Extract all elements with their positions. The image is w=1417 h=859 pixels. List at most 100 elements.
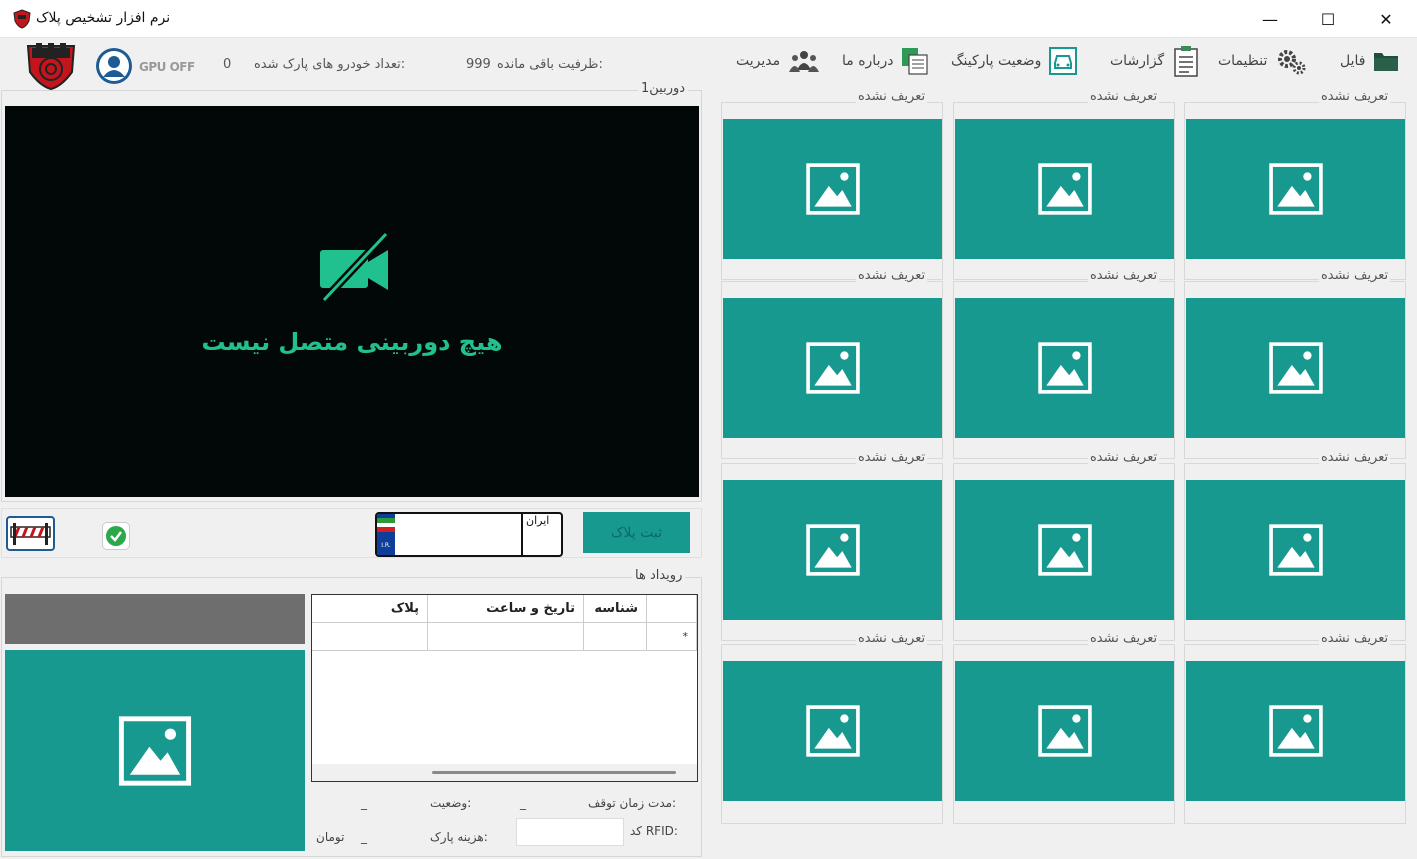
camera-thumbnail-label: تعریف نشده — [856, 268, 928, 283]
plate-divider — [521, 514, 523, 555]
stop-duration-value: _ — [520, 796, 526, 810]
camera-off-icon — [320, 232, 389, 303]
new-row-marker: * — [647, 623, 697, 651]
menu-management[interactable]: مدیریت — [736, 44, 820, 78]
image-placeholder-icon — [805, 163, 860, 215]
company-logo-icon — [26, 43, 76, 90]
camera-thumbnail-label: تعریف نشده — [1088, 89, 1160, 104]
menu-about[interactable]: درباره ما — [842, 44, 929, 78]
camera-thumbnail[interactable] — [1186, 480, 1405, 620]
camera-thumbnail-label: تعریف نشده — [856, 450, 928, 465]
parked-count-value: 0 — [223, 57, 232, 72]
status-value: _ — [361, 796, 367, 810]
menu-management-label: مدیریت — [736, 53, 781, 69]
user-icon — [99, 51, 129, 81]
camera-thumbnail[interactable] — [723, 661, 942, 801]
camera-thumbnail[interactable] — [955, 119, 1174, 259]
image-placeholder-icon — [118, 715, 192, 786]
folder-icon — [1374, 53, 1399, 71]
image-placeholder-icon — [1268, 524, 1323, 576]
event-car-image — [5, 650, 305, 851]
menu-settings[interactable]: تنظیمات — [1218, 44, 1307, 78]
column-header-marker — [647, 595, 697, 623]
parked-count-label: تعداد خودرو های پارک شده: — [254, 57, 406, 72]
barrier-gate-icon — [10, 523, 51, 545]
rfid-label: کد RFID: — [630, 824, 678, 838]
gpu-status: GPU OFF — [139, 60, 195, 74]
plate-flag-strip: I.R. — [377, 514, 395, 555]
column-header-id[interactable]: شناسه — [584, 595, 647, 623]
clipboard-icon — [1174, 46, 1198, 77]
menu-about-label: درباره ما — [842, 53, 894, 69]
camera-thumbnail[interactable] — [723, 298, 942, 438]
users-icon — [789, 51, 820, 72]
table-cell[interactable] — [584, 623, 647, 651]
menu-settings-label: تنظیمات — [1218, 53, 1268, 69]
image-placeholder-icon — [805, 342, 860, 394]
user-avatar[interactable] — [96, 48, 132, 84]
table-cell[interactable] — [312, 623, 428, 651]
car-icon — [1049, 47, 1078, 75]
event-plate-preview — [5, 594, 305, 644]
image-placeholder-icon — [1268, 342, 1323, 394]
camera-thumbnail[interactable] — [955, 480, 1174, 620]
camera-view: هیچ دوربینی متصل نیست — [5, 106, 699, 497]
camera-thumbnail[interactable] — [723, 119, 942, 259]
camera-thumbnail[interactable] — [723, 480, 942, 620]
check-circle-icon — [106, 526, 126, 546]
menu-parking-status-label: وضعیت پارکینگ — [951, 53, 1042, 69]
camera-thumbnail[interactable] — [1186, 661, 1405, 801]
camera-thumbnail[interactable] — [1186, 298, 1405, 438]
rfid-input[interactable] — [516, 818, 624, 846]
app-logo-icon — [13, 9, 31, 29]
horizontal-scrollbar[interactable] — [312, 764, 697, 781]
image-placeholder-icon — [1037, 705, 1092, 757]
column-header-plate[interactable]: پلاک — [312, 595, 428, 623]
camera-thumbnail-label: تعریف نشده — [1319, 268, 1391, 283]
title-bar: نرم افزار تشخیص پلاک — ☐ ✕ — [0, 0, 1417, 38]
menu-parking-status[interactable]: وضعیت پارکینگ — [951, 44, 1078, 78]
events-table[interactable]: شناسه تاریخ و ساعت پلاک * — [311, 594, 698, 782]
barrier-button[interactable] — [6, 516, 55, 551]
menu-file[interactable]: فایل — [1340, 44, 1399, 78]
camera-thumbnail-label: تعریف نشده — [1319, 89, 1391, 104]
image-placeholder-icon — [1037, 342, 1092, 394]
capacity-value: 999 — [466, 57, 491, 72]
camera-thumbnail-label: تعریف نشده — [1319, 450, 1391, 465]
camera-group-title: دوربین1 — [638, 81, 689, 96]
camera-thumbnail[interactable] — [955, 298, 1174, 438]
register-plate-button[interactable]: ثبت پلاک — [583, 512, 690, 553]
table-cell[interactable] — [428, 623, 584, 651]
status-label: وضعیت: — [430, 796, 472, 810]
menu-bar: فایل تنظیمات گزارشات وضعیت پارکینگ دربار… — [0, 38, 1417, 86]
fee-label: هزینه پارک: — [430, 830, 488, 844]
scrollbar-thumb[interactable] — [432, 771, 676, 774]
status-ok-button[interactable] — [102, 522, 130, 550]
image-placeholder-icon — [1037, 524, 1092, 576]
camera-thumbnail[interactable] — [955, 661, 1174, 801]
stop-duration-label: مدت زمان توقف: — [588, 796, 677, 810]
image-placeholder-icon — [1268, 163, 1323, 215]
image-placeholder-icon — [1037, 163, 1092, 215]
close-button[interactable]: ✕ — [1357, 0, 1415, 38]
camera-thumbnail-label: تعریف نشده — [856, 89, 928, 104]
currency-label: تومان — [316, 830, 345, 844]
menu-file-label: فایل — [1340, 53, 1366, 69]
documents-icon — [902, 48, 929, 75]
camera-thumbnail-label: تعریف نشده — [1319, 631, 1391, 646]
minimize-button[interactable]: — — [1241, 0, 1299, 38]
camera-thumbnail-label: تعریف نشده — [1088, 268, 1160, 283]
gears-icon — [1278, 50, 1306, 75]
image-placeholder-icon — [805, 524, 860, 576]
maximize-button[interactable]: ☐ — [1299, 0, 1357, 38]
fee-value: _ — [361, 830, 367, 844]
no-camera-message: هیچ دوربینی متصل نیست — [201, 328, 503, 356]
image-placeholder-icon — [1268, 705, 1323, 757]
window-title: نرم افزار تشخیص پلاک — [36, 10, 171, 26]
license-plate-display: I.R. ایران — [375, 512, 563, 557]
plate-country-code: I.R. — [381, 542, 391, 549]
menu-reports-label: گزارشات — [1110, 53, 1165, 69]
menu-reports[interactable]: گزارشات — [1110, 44, 1200, 78]
camera-thumbnail[interactable] — [1186, 119, 1405, 259]
column-header-datetime[interactable]: تاریخ و ساعت — [428, 595, 584, 623]
